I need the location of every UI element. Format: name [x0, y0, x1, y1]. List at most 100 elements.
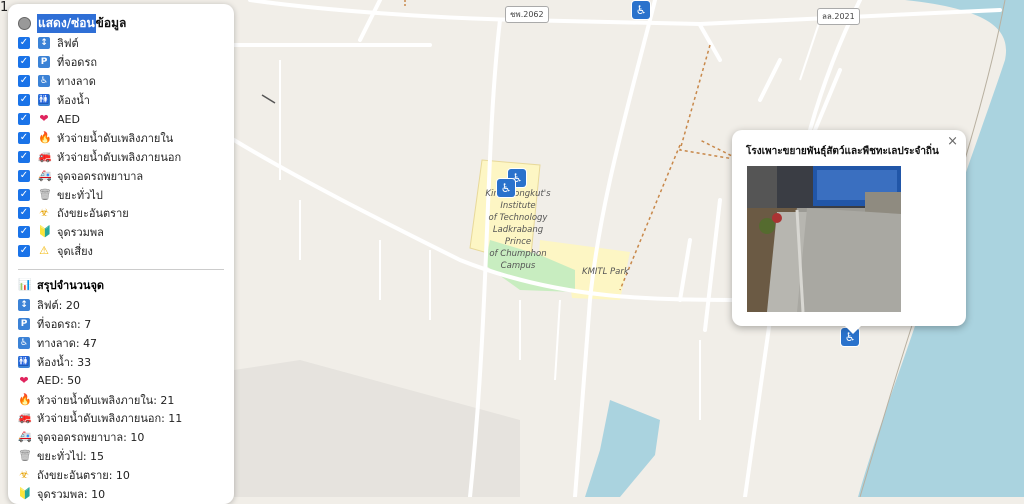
- layer-toggle-1[interactable]: ✓ P ที่จอดรถ: [18, 53, 224, 72]
- checkbox[interactable]: ✓: [18, 113, 30, 125]
- summary-item: 🔰 จุดรวมพล: 10: [18, 485, 224, 504]
- layer-label: ที่จอดรถ: [57, 56, 98, 70]
- popup-tip: [845, 326, 861, 334]
- trash-icon: 🗑: [38, 187, 52, 201]
- elevator-icon: ↕: [18, 299, 30, 312]
- layer-label: AED: [57, 112, 80, 126]
- checkbox[interactable]: ✓: [18, 37, 30, 50]
- close-icon[interactable]: ×: [947, 134, 958, 149]
- wheelchair-icon: ♿: [18, 336, 30, 349]
- road-shield-2062: ชพ.2062: [505, 6, 549, 23]
- summary-text: ทางลาด: 47: [37, 336, 98, 350]
- restroom-icon: 🚻: [18, 355, 30, 368]
- checkbox[interactable]: ✓: [18, 226, 30, 239]
- layer-label: หัวจ่ายน้ำดับเพลิงภายใน: [57, 131, 174, 145]
- layer-list: ✓ ↕ ลิฟต์ ✓ P ที่จอดรถ ✓ ♿ ทางลาด ✓ 🚻 ห้องน้ำ ✓ ❤ AED ✓…: [18, 34, 224, 261]
- layer-label: ขยะทั่วไป: [57, 188, 103, 202]
- layer-label: ทางลาด: [57, 75, 96, 89]
- wheelchair-marker-icon[interactable]: ♿: [632, 1, 650, 19]
- summary-item: 🔥 หัวจ่ายน้ำดับเพลิงภายใน: 21: [18, 390, 224, 409]
- summary-item: ☣ ถังขยะอันตราย: 10: [18, 466, 224, 485]
- campus-label: King Mongkut's Institute of Technology L…: [485, 189, 551, 271]
- summary-item: 🚑 จุดจอดรถพยาบาล: 10: [18, 428, 224, 447]
- checkbox[interactable]: ✓: [18, 150, 30, 163]
- parking-icon: P: [18, 318, 30, 331]
- restroom-icon: 🚻: [38, 94, 50, 107]
- layer-label: จุดเสี่ยง: [57, 245, 93, 259]
- biohazard-icon: ☣: [39, 206, 49, 220]
- checkbox[interactable]: ✓: [18, 75, 30, 88]
- warning-icon: ⚠: [39, 244, 49, 258]
- wheelchair-icon: ♿: [38, 75, 50, 88]
- summary-item: 🚒 หัวจ่ายน้ำดับเพลิงภายนอก: 11: [18, 409, 224, 428]
- layer-label: จุดจอดรถพยาบาล: [57, 169, 144, 183]
- layer-panel: แสดง/ซ่อน ข้อมูล ✓ ↕ ลิฟต์ ✓ P ที่จอดรถ ✓ ♿ ทางลา…: [8, 4, 234, 504]
- fire-truck-icon: 🚒: [18, 411, 32, 425]
- wheelchair-marker-icon[interactable]: ♿: [497, 179, 515, 197]
- layer-label: จุดรวมพล: [57, 226, 104, 240]
- ambulance-icon: 🚑: [18, 430, 32, 444]
- layer-label: ห้องน้ำ: [57, 94, 90, 108]
- summary-item: ♿ ทางลาด: 47: [18, 333, 224, 352]
- layer-toggle-6[interactable]: ✓ 🚒 หัวจ่ายน้ำดับเพลิงภายนอก: [18, 147, 224, 166]
- checkbox[interactable]: ✓: [18, 207, 30, 220]
- summary-list: ↕ ลิฟต์: 20 P ที่จอดรถ: 7 ♿ ทางลาด: 47 🚻 ห้องน้…: [18, 296, 224, 504]
- summary-item: 🗑 ขยะทั่วไป: 15: [18, 447, 224, 466]
- location-popup: โรงเพาะขยายพันธุ์สัตว์และพืชทะเลประจำถิ่…: [732, 130, 966, 326]
- layer-label: ถังขยะอันตราย: [57, 207, 129, 221]
- fire-truck-icon: 🚒: [38, 149, 52, 163]
- checkbox[interactable]: ✓: [18, 94, 30, 107]
- summary-item: 🚻 ห้องน้ำ: 33: [18, 352, 224, 371]
- layer-toggle-2[interactable]: ✓ ♿ ทางลาด: [18, 72, 224, 91]
- elevator-icon: ↕: [38, 37, 50, 50]
- trash-icon: 🗑: [18, 449, 32, 463]
- layer-toggle-5[interactable]: ✓ 🔥 หัวจ่ายน้ำดับเพลิงภายใน: [18, 128, 224, 147]
- summary-text: ลิฟต์: 20: [37, 299, 80, 313]
- layer-toggle-8[interactable]: ✓ 🗑 ขยะทั่วไป: [18, 185, 224, 204]
- summary-title: 📊 สรุปจำนวนจุด: [18, 277, 105, 292]
- ambulance-icon: 🚑: [38, 168, 52, 182]
- summary-text: จุดจอดรถพยาบาล: 10: [37, 431, 145, 445]
- divider: [18, 268, 224, 270]
- fire-icon: 🔥: [38, 130, 52, 144]
- summary-text: ที่จอดรถ: 7: [37, 318, 92, 332]
- checkbox[interactable]: ✓: [18, 188, 30, 201]
- layer-toggle-11[interactable]: ✓ ⚠ จุดเสี่ยง: [18, 242, 224, 261]
- summary-item: ↕ ลิฟต์: 20: [18, 296, 224, 315]
- summary-text: จุดรวมพล: 10: [37, 488, 106, 502]
- summary-text: หัวจ่ายน้ำดับเพลิงภายนอก: 11: [37, 412, 183, 426]
- layer-label: ลิฟต์: [57, 37, 79, 51]
- summary-text: ขยะทั่วไป: 15: [37, 450, 105, 464]
- popup-title: โรงเพาะขยายพันธุ์สัตว์และพืชทะเลประจำถิ่…: [746, 146, 939, 157]
- flag-icon: 🔰: [38, 225, 52, 239]
- road-shield-2021: ลล.2021: [817, 8, 860, 25]
- summary-text: ถังขยะอันตราย: 10: [37, 469, 130, 483]
- location-photo: [747, 166, 901, 312]
- summary-text: AED: 50: [37, 374, 82, 388]
- summary-text: หัวจ่ายน้ำดับเพลิงภายใน: 21: [37, 393, 175, 407]
- bar-chart-icon: 📊: [18, 277, 32, 291]
- park-label: KMITL Park: [582, 267, 629, 277]
- checkbox[interactable]: ✓: [18, 169, 30, 182]
- flag-icon: 🔰: [18, 487, 32, 501]
- biohazard-icon: ☣: [19, 468, 29, 482]
- summary-text: ห้องน้ำ: 33: [37, 355, 92, 369]
- layer-toggle-10[interactable]: ✓ 🔰 จุดรวมพล: [18, 223, 224, 242]
- checkbox[interactable]: ✓: [18, 131, 30, 144]
- summary-item: P ที่จอดรถ: 7: [18, 315, 224, 334]
- heart-icon: ❤: [19, 373, 29, 387]
- layer-toggle-3[interactable]: ✓ 🚻 ห้องน้ำ: [18, 91, 224, 110]
- layer-toggle-0[interactable]: ✓ ↕ ลิฟต์: [18, 34, 224, 53]
- fire-icon: 🔥: [18, 392, 32, 406]
- layer-label: หัวจ่ายน้ำดับเพลิงภายนอก: [57, 150, 182, 164]
- layer-toggle-7[interactable]: ✓ 🚑 จุดจอดรถพยาบาล: [18, 166, 224, 185]
- layer-toggle-4[interactable]: ✓ ❤ AED: [18, 110, 224, 129]
- checkbox[interactable]: ✓: [18, 245, 30, 258]
- settings-icon: [18, 16, 31, 30]
- panel-title: แสดง/ซ่อน ข้อมูล: [18, 13, 224, 33]
- parking-icon: P: [38, 56, 50, 69]
- layer-toggle-9[interactable]: ✓ ☣ ถังขยะอันตราย: [18, 204, 224, 223]
- summary-item: ❤ AED: 50: [18, 371, 224, 390]
- checkbox[interactable]: ✓: [18, 56, 30, 69]
- heart-icon: ❤: [39, 112, 49, 125]
